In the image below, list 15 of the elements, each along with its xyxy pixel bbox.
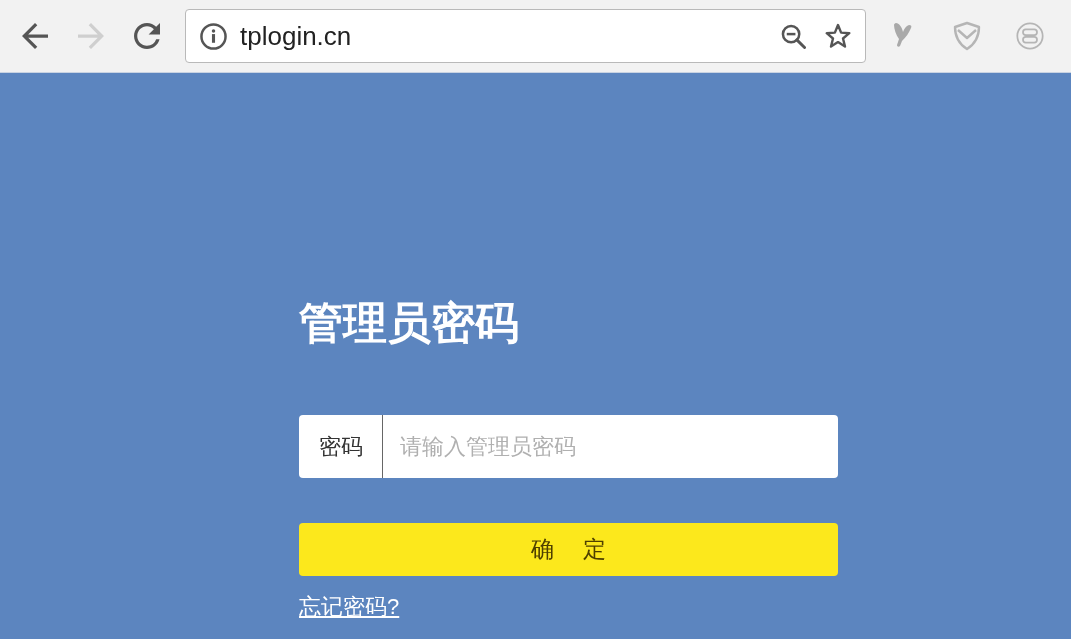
url-text: tplogin.cn	[240, 20, 352, 52]
zoom-out-icon[interactable]	[781, 23, 806, 49]
confirm-button[interactable]: 确 定	[299, 523, 838, 576]
login-title: 管理员密码	[299, 297, 519, 349]
forward-arrow-icon	[78, 23, 104, 49]
back-arrow-icon	[22, 23, 48, 49]
forgot-password-link[interactable]: 忘记密码?	[299, 592, 400, 622]
star-icon[interactable]	[825, 23, 851, 49]
password-input[interactable]: 请输入管理员密码	[382, 415, 838, 478]
info-icon[interactable]	[200, 22, 227, 50]
ring-icon	[1015, 21, 1044, 51]
reload-icon	[134, 23, 160, 49]
address-bar[interactable]: tplogin.cn	[185, 9, 866, 63]
field-label: 密码	[299, 415, 382, 478]
shield-icon	[952, 21, 981, 51]
